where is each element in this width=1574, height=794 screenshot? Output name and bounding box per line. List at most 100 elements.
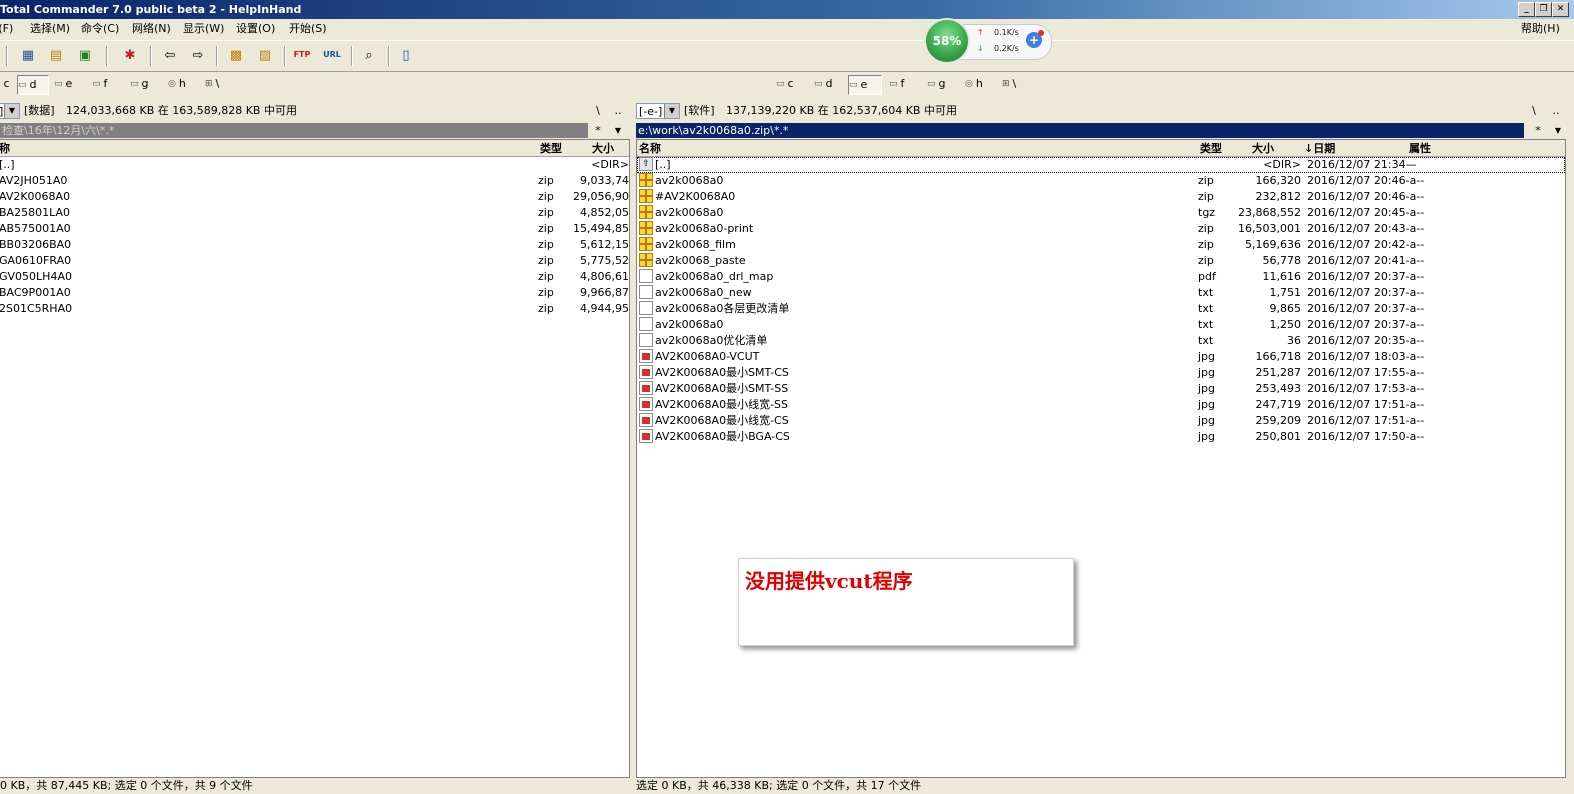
file-row[interactable]: ⇧ [..] <DIR> 2016/12/07 21:34—: [637, 157, 1565, 173]
drive-button-f[interactable]: ▭ f: [889, 75, 919, 93]
file-row[interactable]: AV2K0068A0最小SMT-CS jpg 251,287 2016/12/07 1…: [637, 365, 1565, 381]
invert-selection-icon[interactable]: ✱: [120, 45, 140, 65]
column-attributes[interactable]: 属性: [1409, 141, 1431, 156]
binoculars-search-icon[interactable]: ⌕: [359, 45, 379, 65]
file-row[interactable]: AV2K0068A0 zip 29,056,90: [0, 189, 629, 205]
file-row[interactable]: av2k0068a0-print zip 16,503,001 2016/12/07 …: [637, 221, 1565, 237]
left-drive-combo[interactable]: ]▼: [0, 103, 20, 119]
file-name: AV2K0068A0最小线宽-SS: [655, 398, 789, 411]
drive-button-c[interactable]: ▭c: [0, 75, 18, 93]
right-history-button[interactable]: *: [1530, 122, 1546, 140]
file-row[interactable]: av2k0068a0_new txt 1,751 2016/12/07 20:37-a…: [637, 285, 1565, 301]
right-current-path[interactable]: e:\work\av2k0068a0.zip\*.*: [636, 123, 1524, 138]
menu-network[interactable]: 网络(N): [132, 19, 171, 39]
file-row[interactable]: AV2K0068A0最小线宽-SS jpg 247,719 2016/12/07 17…: [637, 397, 1565, 413]
close-button[interactable]: ✕: [1552, 2, 1569, 17]
file-row[interactable]: av2k0068_film zip 5,169,636 2016/12/07 20:4…: [637, 237, 1565, 253]
file-row[interactable]: 2S01C5RHA0 zip 4,944,95: [0, 301, 629, 317]
right-root-button[interactable]: \: [1526, 102, 1542, 120]
file-date: 2016/12/07 20:37-a--: [1307, 318, 1425, 331]
left-root-button[interactable]: \: [590, 102, 606, 120]
file-row[interactable]: GA0610FRA0 zip 5,775,52: [0, 253, 629, 269]
file-row[interactable]: av2k0068a0 tgz 23,868,552 2016/12/07 20:45-…: [637, 205, 1565, 221]
drive-button-e[interactable]: ▭ e: [848, 75, 882, 95]
network-drive-button[interactable]: ⊞ \: [205, 75, 235, 93]
chevron-down-icon[interactable]: ▼: [1550, 122, 1566, 140]
drive-button-f[interactable]: ▭ f: [92, 75, 122, 93]
file-row[interactable]: av2k0068a0优化清单 txt 36 2016/12/07 20:35-a--: [637, 333, 1565, 349]
column-name[interactable]: 名称: [639, 141, 661, 156]
column-date[interactable]: ↓日期: [1304, 141, 1335, 156]
menu-select[interactable]: 选择(M): [30, 19, 70, 39]
right-drive-combo[interactable]: [-e-] ▼: [636, 103, 680, 119]
notepad-icon[interactable]: ▯: [396, 45, 416, 65]
drive-button-g[interactable]: ▭ g: [927, 75, 957, 93]
left-parent-button[interactable]: ..: [610, 102, 626, 120]
archive-icon: [639, 221, 653, 235]
drive-button-c[interactable]: ▭c: [776, 75, 806, 93]
column-size[interactable]: 大小: [1252, 141, 1274, 156]
right-file-panel[interactable]: 名称 类型 大小 ↓日期 属性 ⇧ [..] <DIR> 2016/12/07 21:…: [636, 139, 1566, 778]
full-view-icon[interactable]: ▤: [46, 45, 66, 65]
file-row[interactable]: BAC9P001A0 zip 9,966,87: [0, 285, 629, 301]
menu-commands[interactable]: 命令(C): [81, 19, 119, 39]
drive-button-d[interactable]: ▭ d: [814, 75, 844, 93]
drive-button-h[interactable]: ◎ h: [168, 75, 198, 93]
file-row[interactable]: AV2K0068A0最小SMT-SS jpg 253,493 2016/12/07 1…: [637, 381, 1565, 397]
chevron-down-icon[interactable]: ▼: [610, 122, 626, 140]
column-type[interactable]: 类型: [1200, 141, 1222, 156]
file-size: 5,775,52: [580, 254, 629, 267]
unpack-icon[interactable]: ▨: [255, 45, 275, 65]
thumbnail-view-icon[interactable]: ▣: [75, 45, 95, 65]
pack-icon[interactable]: ▩: [226, 45, 246, 65]
file-row[interactable]: av2k0068_paste zip 56,778 2016/12/07 20:41-…: [637, 253, 1565, 269]
file-row[interactable]: [..] <DIR>: [0, 157, 629, 173]
left-file-panel[interactable]: 称 类型 大小 [..] <DIR> AV2JH051A0 zip 9,033,74 AV…: [0, 139, 630, 778]
menu-settings[interactable]: 设置(O): [236, 19, 275, 39]
file-size: 251,287: [1255, 366, 1302, 379]
left-history-button[interactable]: *: [590, 122, 606, 140]
network-monitor-widget[interactable]: 58% ↑ 0.1K/s ↓ 0.2K/s +: [924, 18, 1052, 64]
right-parent-button[interactable]: ..: [1548, 102, 1564, 120]
file-row[interactable]: AB575001A0 zip 15,494,85: [0, 221, 629, 237]
file-row[interactable]: AV2K0068A0最小线宽-CS jpg 259,209 2016/12/07 17…: [637, 413, 1565, 429]
file-row[interactable]: av2k0068a0 txt 1,250 2016/12/07 20:37-a--: [637, 317, 1565, 333]
menu-help[interactable]: 帮助(H): [1521, 19, 1560, 39]
drive-button-d[interactable]: ▭ d: [17, 75, 49, 95]
file-row[interactable]: BB03206BA0 zip 5,612,15: [0, 237, 629, 253]
drive-button-h[interactable]: ◎ h: [965, 75, 995, 93]
file-row[interactable]: av2k0068a0 zip 166,320 2016/12/07 20:46-a--: [637, 173, 1565, 189]
menu-start[interactable]: 开始(S): [289, 19, 327, 39]
document-icon: [639, 301, 653, 315]
file-row[interactable]: #AV2K0068A0 zip 232,812 2016/12/07 20:46-a-…: [637, 189, 1565, 205]
left-current-path[interactable]: 检查\16年\12月\六\*.*: [0, 123, 588, 138]
restore-button[interactable]: ❐: [1535, 2, 1552, 17]
file-size: 29,056,90: [573, 190, 629, 203]
forward-arrow-icon[interactable]: ⇨: [188, 45, 208, 65]
brief-view-icon[interactable]: ▦: [18, 45, 38, 65]
menu-show[interactable]: 显示(W): [183, 19, 224, 39]
minimize-button[interactable]: _: [1518, 2, 1535, 17]
column-type[interactable]: 类型: [540, 141, 562, 156]
url-connect-icon[interactable]: URL: [322, 45, 342, 65]
left-free-space: 124,033,668 KB 在 163,589,828 KB 中可用: [66, 104, 297, 117]
file-row[interactable]: GV050LH4A0 zip 4,806,61: [0, 269, 629, 285]
file-row[interactable]: AV2JH051A0 zip 9,033,74: [0, 173, 629, 189]
file-row[interactable]: AV2K0068A0最小BGA-CS jpg 250,801 2016/12/07 1…: [637, 429, 1565, 445]
drive-button-e[interactable]: ▭ e: [54, 75, 84, 93]
column-name[interactable]: 称: [0, 141, 10, 156]
file-row[interactable]: av2k0068a0各层更改清单 txt 9,865 2016/12/07 20:37…: [637, 301, 1565, 317]
file-row[interactable]: BA25801LA0 zip 4,852,05: [0, 205, 629, 221]
back-arrow-icon[interactable]: ⇦: [160, 45, 180, 65]
file-row[interactable]: av2k0068a0_drl_map pdf 11,616 2016/12/07 20…: [637, 269, 1565, 285]
file-row[interactable]: AV2K0068A0-VCUT jpg 166,718 2016/12/07 18:0…: [637, 349, 1565, 365]
memory-usage-gauge[interactable]: 58%: [924, 18, 970, 64]
drive-button-g[interactable]: ▭ g: [130, 75, 160, 93]
drive-icon: ▭: [130, 79, 139, 89]
ftp-connect-icon[interactable]: FTP: [292, 45, 312, 65]
column-size[interactable]: 大小: [592, 141, 614, 156]
file-date: 2016/12/07 17:50-a--: [1307, 430, 1425, 443]
network-drive-button[interactable]: ⊞ \: [1002, 75, 1032, 93]
menu-file[interactable]: F(F): [0, 19, 13, 39]
drive-icon: ▭: [889, 79, 898, 89]
